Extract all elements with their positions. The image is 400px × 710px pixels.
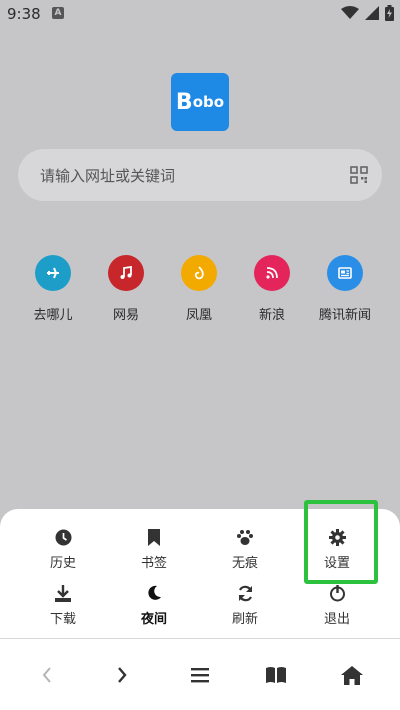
quick-links: 去哪儿 网易 凤凰 新浪 腾讯新闻: [0, 255, 400, 325]
plane-icon: [35, 255, 71, 291]
status-bar: 9:38 A: [0, 0, 400, 28]
bookmarks-button[interactable]: 书签: [114, 528, 194, 571]
home-icon: [341, 665, 363, 685]
search-bar[interactable]: 请输入网址或关键词: [18, 149, 382, 201]
rss-icon: [254, 255, 290, 291]
night-mode-button[interactable]: 夜间: [114, 584, 194, 627]
quick-link-ifeng[interactable]: 凤凰: [163, 255, 235, 323]
menu-button[interactable]: [180, 661, 220, 689]
quick-link-qunar[interactable]: 去哪儿: [17, 255, 89, 323]
refresh-icon: [205, 584, 285, 602]
bottom-navbar: [0, 639, 400, 710]
signal-icon: [365, 6, 379, 20]
search-input[interactable]: 请输入网址或关键词: [40, 165, 175, 186]
refresh-button[interactable]: 刷新: [205, 584, 285, 627]
music-icon: [108, 255, 144, 291]
app-logo: Bobo: [171, 73, 229, 131]
history-button[interactable]: 历史: [23, 528, 103, 571]
power-icon: [297, 584, 377, 602]
status-time: 9:38: [7, 5, 41, 23]
news-icon: [327, 255, 363, 291]
moon-icon: [114, 584, 194, 602]
quick-link-netease[interactable]: 网易: [90, 255, 162, 323]
bookmark-icon: [114, 528, 194, 546]
quick-link-tencent-news[interactable]: 腾讯新闻: [309, 255, 381, 323]
exit-button[interactable]: 退出: [297, 584, 377, 627]
clock-icon: [23, 528, 103, 546]
back-icon: [42, 667, 51, 683]
battery-charging-icon: [385, 5, 394, 21]
browser-screen: 9:38 A Bobo 请输入网址或关键词 去哪儿 网易 凤凰 新浪 腾讯新闻 …: [0, 0, 400, 710]
book-icon: [266, 667, 286, 683]
wifi-icon: [341, 6, 359, 19]
forward-button[interactable]: [102, 661, 142, 689]
forward-icon: [118, 667, 127, 683]
a-icon: A: [52, 7, 64, 19]
home-button[interactable]: [332, 661, 372, 689]
reader-button[interactable]: [256, 661, 296, 689]
menu-icon: [191, 668, 209, 683]
download-button[interactable]: 下载: [23, 584, 103, 627]
scan-icon[interactable]: [350, 166, 368, 184]
download-icon: [23, 584, 103, 602]
incognito-button[interactable]: 无痕: [205, 528, 285, 571]
status-icons: [341, 5, 394, 21]
phoenix-icon: [181, 255, 217, 291]
quick-link-sina[interactable]: 新浪: [236, 255, 308, 323]
back-button[interactable]: [27, 661, 67, 689]
settings-highlight-box: [304, 500, 378, 584]
paw-icon: [205, 528, 285, 546]
